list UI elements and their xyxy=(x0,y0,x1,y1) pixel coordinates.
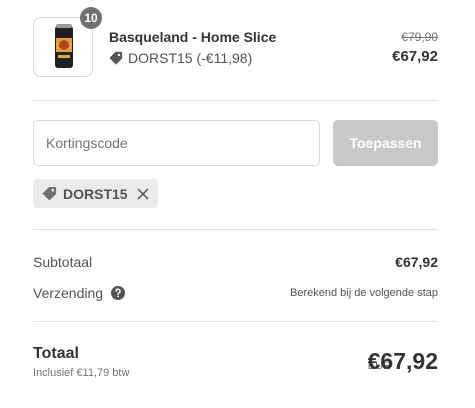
beer-can-image xyxy=(55,24,73,68)
divider xyxy=(33,100,438,101)
total-value: €67,92 xyxy=(367,348,438,374)
divider xyxy=(33,321,438,322)
shipping-value: Berekend bij de volgende stap xyxy=(290,287,438,299)
question-circle-icon[interactable] xyxy=(110,286,125,300)
subtotal-value: €67,92 xyxy=(395,254,438,270)
divider xyxy=(33,229,438,230)
shipping-row: Verzending xyxy=(33,285,125,301)
original-price: €79,90 xyxy=(401,30,438,44)
apply-button[interactable]: Toepassen xyxy=(333,120,438,166)
product-price: €67,92 xyxy=(392,48,438,65)
discount-code-input[interactable] xyxy=(33,120,320,166)
close-icon[interactable] xyxy=(137,187,149,200)
tax-note: Inclusief €11,79 btw xyxy=(33,367,130,379)
total-label: Totaal xyxy=(33,345,79,362)
product-name: Basqueland - Home Slice xyxy=(109,29,277,45)
applied-discount-chip: DORST15 xyxy=(33,179,158,208)
quantity-badge: 10 xyxy=(80,7,102,29)
applied-discount-code: DORST15 xyxy=(63,185,128,202)
product-discount-text: DORST15 (-€11,98) xyxy=(128,50,253,66)
tag-icon xyxy=(42,186,57,201)
product-discount-line: DORST15 (-€11,98) xyxy=(109,50,252,66)
shipping-label: Verzending xyxy=(33,285,104,301)
subtotal-label: Subtotaal xyxy=(33,254,93,270)
tag-icon xyxy=(109,51,123,65)
